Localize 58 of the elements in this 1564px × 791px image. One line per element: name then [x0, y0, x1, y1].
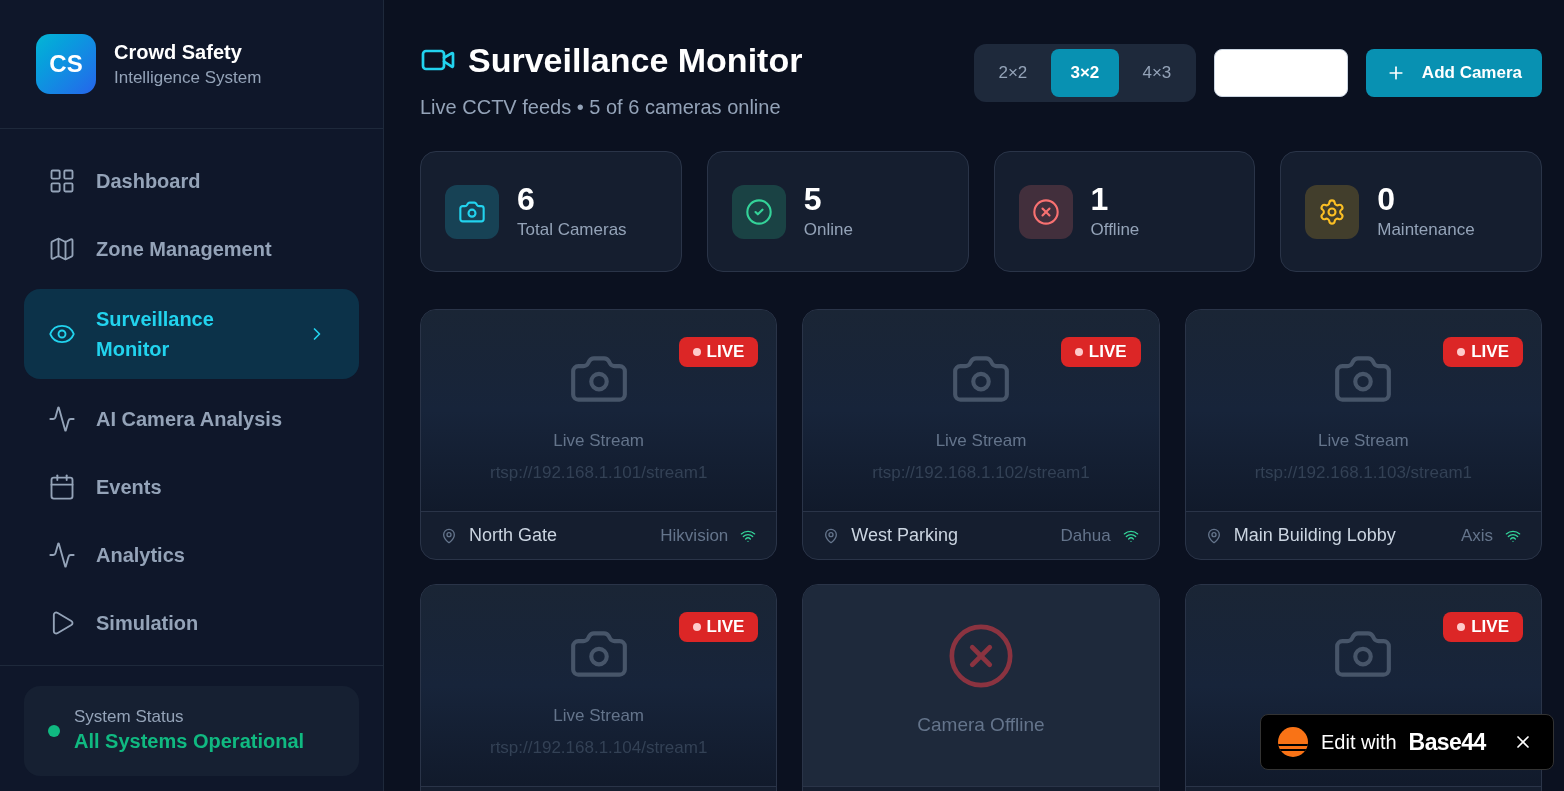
stream-label: Live Stream [553, 430, 644, 452]
stream-label: Live Stream [1317, 430, 1409, 452]
stream-label: Camera Offline [917, 713, 1045, 737]
check-circle-icon [744, 197, 773, 226]
status-value: All Systems Operational [74, 729, 305, 754]
gear-icon [1318, 197, 1347, 226]
layout-tab[interactable]: 4×3 [1122, 49, 1191, 97]
stream-label: Live Stream [935, 430, 1027, 452]
camera-brand: Axis [1460, 524, 1493, 547]
nav-item[interactable]: Events [24, 459, 359, 515]
camera-brand: Hikvision [660, 524, 729, 547]
nav-item[interactable]: Analytics [24, 527, 359, 583]
app-name: Crowd Safety [114, 40, 243, 65]
layout-tab[interactable]: 2×2 [978, 49, 1047, 97]
camera-location: North Gate [469, 524, 558, 547]
calendar-icon [48, 473, 76, 501]
live-badge: LIVE [678, 612, 759, 642]
stat-value: 5 [803, 180, 823, 217]
x-circle-icon [1031, 197, 1060, 226]
live-badge: LIVE [1443, 612, 1523, 642]
app-subtitle: Intelligence System [114, 67, 262, 89]
nav-item[interactable]: Simulation [24, 595, 359, 651]
pulse-icon [48, 405, 76, 433]
live-badge: LIVE [1443, 337, 1523, 367]
layout-tab[interactable]: 3×2 [1050, 49, 1119, 97]
add-camera-button[interactable]: Add Camera [1365, 49, 1542, 97]
nav-item[interactable]: AI Camera Analysis [24, 391, 359, 447]
map-icon [48, 235, 76, 263]
live-badge: LIVE [1060, 337, 1141, 367]
stream-label: Live Stream [553, 705, 644, 727]
nav-item[interactable]: Dashboard [24, 153, 359, 209]
stat-label: Total Cameras [517, 218, 627, 241]
stat-value: 1 [1090, 180, 1110, 217]
edit-with-toast[interactable]: Edit with Base44 [1260, 714, 1554, 770]
badge-brand: Base44 [1408, 727, 1486, 757]
input-field[interactable] [1213, 49, 1348, 97]
map-pin-icon [823, 527, 840, 544]
status-label: System Status [74, 707, 185, 727]
camera-brand: Dahua [1060, 524, 1111, 547]
nav-item[interactable]: Zone Management [24, 221, 359, 277]
stat-label: Online [803, 218, 853, 241]
camera-location: West Parking [851, 524, 959, 547]
nav-item[interactable]: Surveillance Monitor [24, 289, 359, 379]
stat-value: 6 [517, 180, 536, 217]
map-pin-icon [441, 527, 457, 544]
sun-logo-icon [1277, 726, 1309, 758]
camera-location: Main Building Lobby [1233, 524, 1396, 547]
map-pin-icon [1205, 527, 1222, 544]
badge-prefix: Edit with [1321, 730, 1397, 755]
page-title: Surveillance Monitor [468, 40, 803, 80]
pulse-icon [48, 541, 76, 569]
stat-value: 0 [1377, 180, 1397, 217]
page-subtitle: Live CCTV feeds • 5 of 6 cameras online [420, 95, 782, 120]
stat-label: Maintenance [1377, 218, 1475, 241]
dashboard-icon [48, 167, 76, 195]
stat-label: Offline [1090, 218, 1140, 241]
app-logo: CS [36, 34, 96, 94]
live-badge: LIVE [678, 337, 759, 367]
